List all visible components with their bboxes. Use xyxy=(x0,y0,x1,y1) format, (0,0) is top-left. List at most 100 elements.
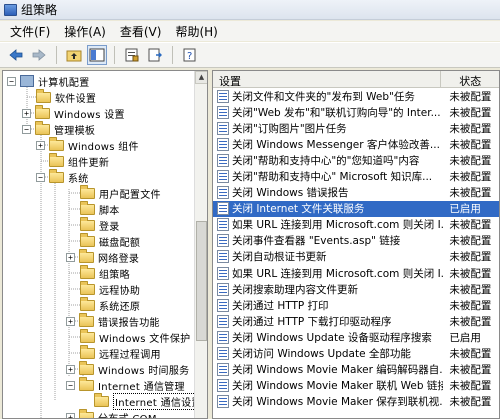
tree-pane[interactable]: − 计算机配置 软件设置 + Windows 设置 − 管理模板 + Windo… xyxy=(2,70,208,419)
tree-item-user-profiles[interactable]: 用户配置文件 xyxy=(80,184,161,201)
tree-item-scripts[interactable]: 脚本 xyxy=(80,200,120,217)
tree-item-label: 组策略 xyxy=(99,269,130,281)
scroll-up-arrow-icon[interactable]: ▲ xyxy=(195,71,207,84)
table-row[interactable]: 关闭访问 Windows Update 全部功能 未被配置 xyxy=(213,346,499,362)
setting-name: 关闭通过 HTTP 下载打印驱动程序 xyxy=(232,315,392,328)
help-icon[interactable]: ? xyxy=(180,45,200,65)
setting-cell: 关闭 Internet 文件关联服务 xyxy=(213,201,443,216)
state-cell: 未被配置 xyxy=(443,249,499,264)
table-row[interactable]: 关闭 Windows Movie Maker 编码解码器自... 未被配置 xyxy=(213,362,499,378)
policy-setting-icon xyxy=(217,153,229,167)
up-folder-icon[interactable] xyxy=(64,45,84,65)
tree-item-internet-comm-settings[interactable]: Internet 通信设置 xyxy=(94,392,204,410)
properties-icon[interactable] xyxy=(122,45,142,65)
column-header-state[interactable]: 状态 xyxy=(441,71,499,88)
folder-icon xyxy=(80,184,95,199)
folder-icon xyxy=(79,408,94,418)
tree-item-component-update[interactable]: 组件更新 xyxy=(49,152,110,169)
forward-arrow-icon[interactable] xyxy=(29,45,49,65)
table-row[interactable]: 关闭 Windows 错误报告 未被配置 xyxy=(213,185,499,201)
expand-icon[interactable]: + xyxy=(66,412,75,418)
table-row[interactable]: 关闭搜索助理内容文件更新 未被配置 xyxy=(213,281,499,297)
tree-vertical-scrollbar[interactable]: ▲ xyxy=(194,71,207,418)
tree-item-label: 脚本 xyxy=(99,205,120,217)
menu-file[interactable]: 文件(F) xyxy=(6,23,60,40)
tree-item-label: 软件设置 xyxy=(55,93,97,105)
table-row[interactable]: 关闭"Web 发布"和"联机订购向导"的 Inter... 未被配置 xyxy=(213,104,499,120)
menu-help[interactable]: 帮助(H) xyxy=(171,23,227,40)
tree-item-disk-quotas[interactable]: 磁盘配额 xyxy=(80,232,140,249)
tree-item-windows-time-service[interactable]: + Windows 时间服务 xyxy=(66,360,189,377)
setting-state: 未被配置 xyxy=(449,235,492,248)
export-list-icon[interactable] xyxy=(145,45,165,65)
policy-setting-icon xyxy=(217,202,229,216)
toolbar-separator xyxy=(56,46,57,64)
menu-view[interactable]: 查看(V) xyxy=(116,23,172,40)
table-row[interactable]: 关闭 Windows Messenger 客户体验改善... 未被配置 xyxy=(213,136,499,152)
collapse-icon[interactable]: − xyxy=(22,124,31,134)
folder-icon xyxy=(80,328,95,343)
back-arrow-icon[interactable] xyxy=(6,45,26,65)
tree-item-distributed-com[interactable]: + 分布式 COM xyxy=(66,408,157,419)
tree-item-error-reporting[interactable]: + 错误报告功能 xyxy=(66,312,160,329)
state-cell: 未被配置 xyxy=(443,169,499,184)
expand-icon[interactable]: + xyxy=(66,364,75,374)
tree-item-rpc[interactable]: 远程过程调用 xyxy=(80,344,161,361)
expand-icon[interactable]: + xyxy=(66,252,75,262)
setting-cell: 关闭 Windows Movie Maker 保存到联机视... xyxy=(213,394,443,409)
collapse-icon[interactable]: − xyxy=(7,76,16,86)
show-hide-tree-icon[interactable] xyxy=(87,45,107,65)
setting-cell: 关闭通过 HTTP 下载打印驱动程序 xyxy=(213,314,443,329)
tree-item-windows-components[interactable]: + Windows 组件 xyxy=(36,136,139,153)
table-row[interactable]: 关闭"订购图片"图片任务 未被配置 xyxy=(213,120,499,136)
tree-item-windows-settings[interactable]: + Windows 设置 xyxy=(22,104,125,121)
setting-cell: 关闭访问 Windows Update 全部功能 xyxy=(213,346,443,361)
column-header-setting[interactable]: 设置 xyxy=(213,71,442,88)
tree-item-admin-templates[interactable]: − 管理模板 xyxy=(22,120,95,137)
collapse-icon[interactable]: − xyxy=(66,380,75,390)
expand-icon[interactable]: + xyxy=(22,108,31,118)
policy-setting-icon xyxy=(217,234,229,248)
tree-item-windows-file-protection[interactable]: Windows 文件保护 xyxy=(80,328,190,345)
expand-icon[interactable]: + xyxy=(66,316,75,326)
tree-item-net-logon[interactable]: + 网络登录 xyxy=(66,248,139,265)
settings-list-pane[interactable]: 设置 状态 关闭文件和文件夹的"发布到 Web"任务 未被配置 关闭"Web 发布"… xyxy=(212,70,500,419)
policy-setting-icon xyxy=(217,250,229,264)
table-row[interactable]: 关闭自动根证书更新 未被配置 xyxy=(213,249,499,265)
expand-icon[interactable]: + xyxy=(36,140,45,150)
setting-name: 关闭 Windows Movie Maker 联机 Web 链接 xyxy=(232,380,444,393)
policy-setting-icon xyxy=(217,218,229,232)
table-row[interactable]: 关闭 Internet 文件关联服务 已启用 xyxy=(213,200,499,217)
table-row[interactable]: 关闭文件和文件夹的"发布到 Web"任务 未被配置 xyxy=(213,88,499,104)
menu-action[interactable]: 操作(A) xyxy=(60,23,116,40)
state-cell: 已启用 xyxy=(443,201,499,216)
tree-item-internet-comm-management[interactable]: − Internet 通信管理 xyxy=(66,376,185,393)
tree-item-label: 分布式 COM xyxy=(98,413,157,419)
tree-item-label: Internet 通信管理 xyxy=(98,381,185,393)
tree-item-group-policy[interactable]: 组策略 xyxy=(80,264,130,281)
table-row[interactable]: 关闭"帮助和支持中心"的"您知道吗"内容 未被配置 xyxy=(213,152,499,168)
tree-item-software-settings[interactable]: 软件设置 xyxy=(36,88,97,105)
tree-item-label: 组件更新 xyxy=(68,157,110,169)
table-row[interactable]: 关闭通过 HTTP 下载打印驱动程序 未被配置 xyxy=(213,313,499,329)
table-row[interactable]: 关闭 Windows Movie Maker 保存到联机视... 未被配置 xyxy=(213,394,499,410)
tree-item-computer-config[interactable]: − 计算机配置 xyxy=(7,73,90,89)
policy-tree: − 计算机配置 软件设置 + Windows 设置 − 管理模板 + Windo… xyxy=(3,71,204,419)
tree-item-label: 系统还原 xyxy=(99,301,141,313)
scrollbar-thumb[interactable] xyxy=(196,221,207,341)
table-row[interactable]: 关闭事件查看器 "Events.asp" 链接 未被配置 xyxy=(213,233,499,249)
tree-item-logon[interactable]: 登录 xyxy=(80,216,120,233)
tree-item-system-restore[interactable]: 系统还原 xyxy=(80,296,141,313)
collapse-icon[interactable]: − xyxy=(36,172,45,182)
table-row[interactable]: 关闭通过 HTTP 打印 未被配置 xyxy=(213,297,499,313)
policy-setting-icon xyxy=(217,137,229,151)
policy-setting-icon xyxy=(217,395,229,409)
table-row[interactable]: 如果 URL 连接到用 Microsoft.com 则关闭 I... 未被配置 xyxy=(213,217,499,233)
tree-item-system[interactable]: − 系统 xyxy=(36,168,89,185)
table-row[interactable]: 关闭 Windows Movie Maker 联机 Web 链接 未被配置 xyxy=(213,378,499,394)
table-row[interactable]: 关闭 Windows Update 设备驱动程序搜索 已启用 xyxy=(213,329,499,345)
table-row[interactable]: 如果 URL 连接到用 Microsoft.com 则关闭 I... 未被配置 xyxy=(213,265,499,281)
table-row[interactable]: 关闭"帮助和支持中心" Microsoft 知识库... 未被配置 xyxy=(213,168,499,184)
tree-item-remote-assistance[interactable]: 远程协助 xyxy=(80,280,140,297)
folder-icon xyxy=(49,168,64,183)
